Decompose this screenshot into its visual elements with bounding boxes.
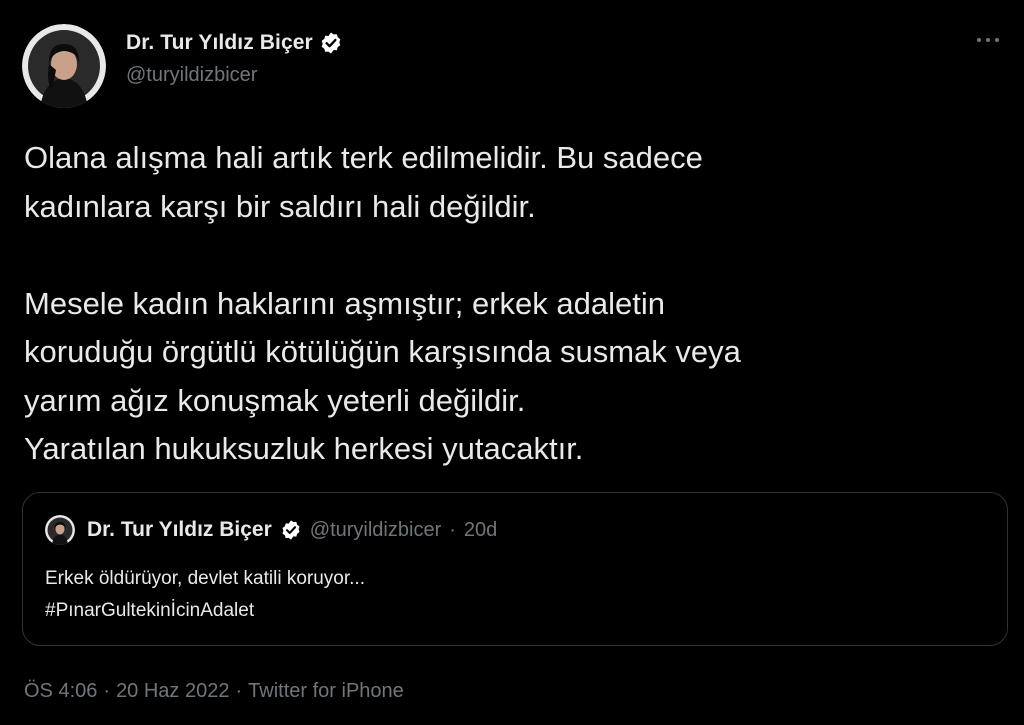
more-options-icon[interactable]	[970, 28, 1006, 52]
quoted-handle: @turyildizbicer	[309, 518, 442, 541]
author-info[interactable]: Dr. Tur Yıldız Biçer @turyildizbicer	[126, 28, 343, 87]
quoted-tweet[interactable]: Dr. Tur Yıldız Biçer @turyildizbicer · 2…	[22, 492, 1008, 646]
meta-separator: ·	[103, 680, 111, 702]
tweet-source[interactable]: Twitter for iPhone	[248, 680, 404, 703]
tweet-line: kadınlara karşı bir saldırı hali değildi…	[24, 188, 536, 224]
author-name-row: Dr. Tur Yıldız Biçer	[126, 28, 343, 58]
verified-badge-icon	[319, 31, 343, 55]
profile-avatar[interactable]	[22, 24, 106, 108]
quoted-timestamp[interactable]: 20d	[464, 519, 497, 542]
tweet-date[interactable]: 20 Haz 2022	[116, 680, 229, 703]
tweet-line: Yaratılan hukuksuzluk herkesi yutacaktır…	[24, 431, 584, 466]
more-dot	[986, 38, 990, 42]
tweet-card: Dr. Tur Yıldız Biçer @turyildizbicer Ola…	[0, 0, 1024, 725]
tweet-meta: ÖS 4:06 · 20 Haz 2022 · Twitter for iPho…	[24, 680, 404, 703]
quoted-avatar[interactable]	[45, 515, 75, 545]
quoted-tweet-text: Erkek öldürüyor, devlet katili koruyor..…	[45, 563, 365, 627]
tweet-line: Olana alışma hali artık terk edilmelidir…	[24, 140, 703, 175]
author-handle[interactable]: @turyildizbicer	[126, 64, 343, 87]
tweet-line: yarım ağız konuşmak yeterli değildir.	[24, 382, 526, 418]
quoted-line: Erkek öldürüyor, devlet katili koruyor..…	[45, 568, 365, 589]
more-dot	[995, 38, 999, 42]
tweet-text: Olana alışma hali artık terk edilmelidir…	[24, 134, 1004, 474]
tweet-time[interactable]: ÖS 4:06	[24, 680, 97, 703]
author-display-name[interactable]: Dr. Tur Yıldız Biçer	[126, 31, 313, 55]
quoted-display-name: Dr. Tur Yıldız Biçer	[87, 518, 272, 541]
quoted-separator: ·	[449, 518, 456, 541]
quoted-hashtag[interactable]: #PınarGultekinİcinAdalet	[45, 595, 365, 627]
verified-badge-icon	[280, 519, 302, 541]
tweet-line: Mesele kadın haklarını aşmıştır; erkek a…	[24, 285, 665, 321]
meta-separator: ·	[235, 680, 243, 702]
quoted-tweet-header: Dr. Tur Yıldız Biçer @turyildizbicer · 2…	[45, 515, 497, 545]
more-dot	[977, 38, 981, 42]
tweet-line: koruduğu örgütlü kötülüğün karşısında su…	[24, 334, 741, 369]
